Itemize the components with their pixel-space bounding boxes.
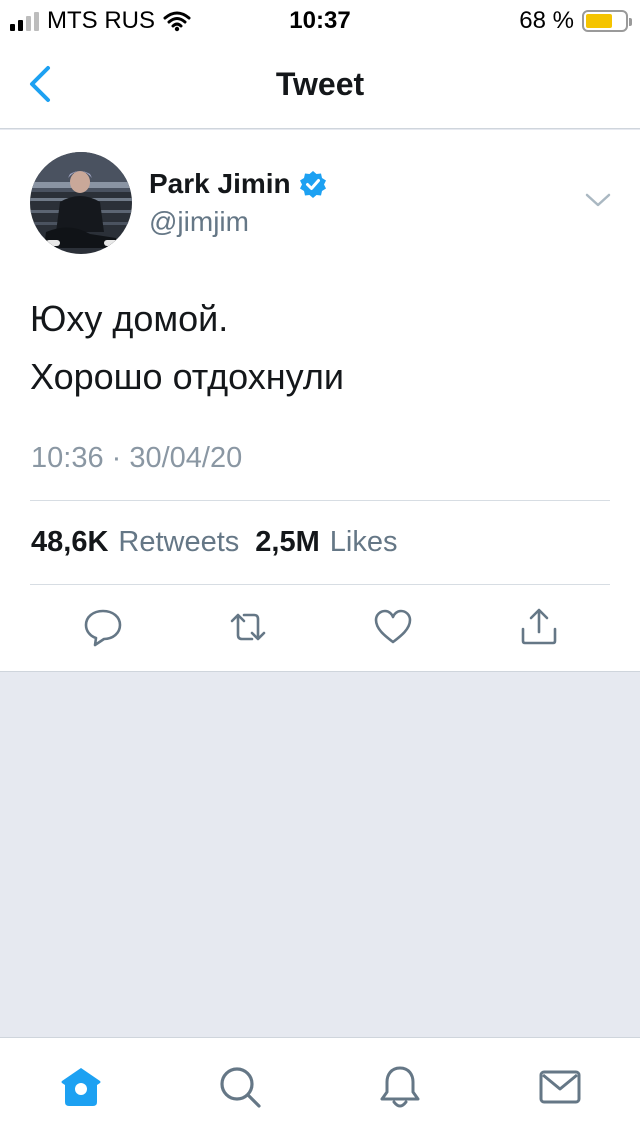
tab-bar [0, 1037, 640, 1136]
divider [30, 500, 610, 501]
like-button[interactable] [373, 607, 413, 647]
retweets-label[interactable]: Retweets [118, 526, 239, 559]
tweet-text: Юху домой. Хорошо отдохнули [30, 290, 344, 406]
tab-messages[interactable] [537, 1064, 583, 1110]
tweet-text-line: Хорошо отдохнули [30, 356, 344, 397]
screen: MTS RUS 10:37 68 % Tweet Park Jimin @jim… [0, 0, 640, 1136]
tweet-card: Park Jimin @jimjim Юху домой. Хорошо отд… [0, 130, 640, 672]
retweet-button[interactable] [228, 607, 268, 647]
author-handle[interactable]: @jimjim [149, 206, 249, 238]
tweet-stats: 48,6K Retweets 2,5M Likes [31, 526, 403, 559]
battery-level-fill [586, 14, 612, 28]
likes-label[interactable]: Likes [330, 526, 398, 559]
likes-count[interactable]: 2,5M [255, 526, 319, 559]
divider [30, 584, 610, 585]
tweet-options-button[interactable] [584, 190, 612, 210]
retweets-count[interactable]: 48,6K [31, 526, 108, 559]
tab-home[interactable] [58, 1064, 104, 1110]
tweet-text-line: Юху домой. [30, 298, 229, 339]
mail-icon [539, 1070, 581, 1104]
tab-search[interactable] [217, 1064, 263, 1110]
avatar[interactable] [30, 152, 132, 254]
battery-icon [582, 10, 632, 32]
status-right: 68 % [519, 7, 632, 35]
author-name-row: Park Jimin [149, 168, 327, 200]
share-button[interactable] [519, 607, 559, 647]
tab-notifications[interactable] [377, 1064, 423, 1110]
chevron-down-icon [585, 193, 611, 207]
avatar-image [30, 152, 132, 254]
search-icon [220, 1067, 261, 1108]
reply-button[interactable] [83, 607, 123, 647]
retweet-icon [230, 613, 266, 641]
like-icon [374, 609, 412, 644]
verified-badge-icon [299, 171, 326, 198]
reply-icon [84, 609, 122, 647]
tweet-timestamp: 10:36 · 30/04/20 [31, 442, 243, 474]
status-bar: MTS RUS 10:37 68 % [0, 0, 640, 42]
home-icon [61, 1068, 101, 1106]
battery-percent: 68 % [519, 7, 574, 34]
share-icon [521, 608, 557, 645]
bell-icon [380, 1066, 420, 1108]
page-title: Tweet [275, 66, 365, 102]
navigation-bar: Tweet [0, 42, 640, 129]
author-name[interactable]: Park Jimin [149, 168, 291, 200]
